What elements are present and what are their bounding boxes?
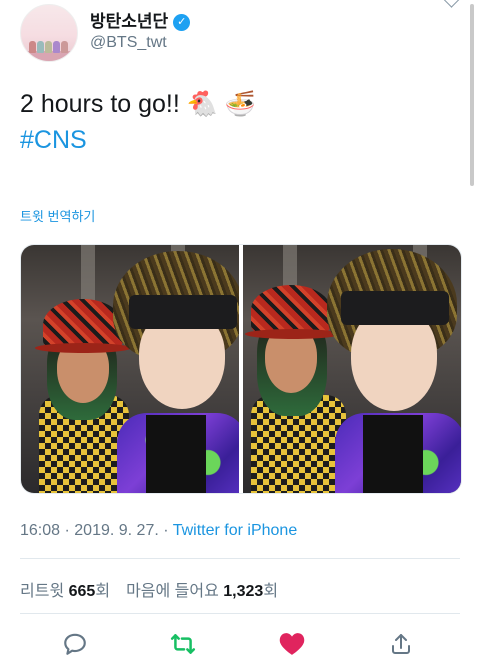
user-handle[interactable]: @BTS_twt (90, 32, 190, 54)
tweet-timestamp: 16:08 · 2019. 9. 27. · Twitter for iPhon… (20, 522, 298, 539)
retweet-button[interactable] (161, 622, 205, 666)
translate-tweet-link[interactable]: 트윗 번역하기 (20, 206, 95, 225)
like-stat[interactable]: 마음에 들어요 1,323회 (126, 577, 278, 601)
avatar[interactable] (20, 4, 78, 62)
engagement-stats: 리트윗 665회 마음에 들어요 1,323회 (20, 577, 278, 601)
chevron-down-icon[interactable] (442, 0, 461, 8)
scrollbar[interactable] (470, 4, 474, 186)
tweet-body: 2 hours to go!! 🐔 🍜 #CNS (20, 86, 256, 158)
retweet-icon (170, 634, 196, 654)
retweet-stat[interactable]: 리트윗 665회 (20, 577, 110, 601)
divider (20, 613, 460, 614)
action-bar (0, 622, 480, 666)
share-icon (392, 634, 410, 654)
photo-grid (20, 244, 462, 494)
reply-button[interactable] (53, 622, 97, 666)
display-name[interactable]: 방탄소년단 (90, 12, 168, 32)
share-button[interactable] (379, 622, 423, 666)
verified-badge-icon: ✓ (173, 13, 191, 31)
reply-icon (64, 633, 86, 655)
like-heart-icon (279, 633, 305, 655)
like-button[interactable] (270, 622, 314, 666)
tweet-photo-2[interactable] (243, 245, 461, 493)
source-link[interactable]: Twitter for iPhone (173, 522, 298, 539)
tweet-photo-1[interactable] (21, 245, 239, 493)
tweet-header: 방탄소년단 ✓ @BTS_twt (20, 4, 191, 62)
tweet-text: 2 hours to go!! 🐔 🍜 (20, 90, 256, 118)
divider (20, 558, 460, 559)
hashtag-link[interactable]: #CNS (20, 122, 256, 158)
